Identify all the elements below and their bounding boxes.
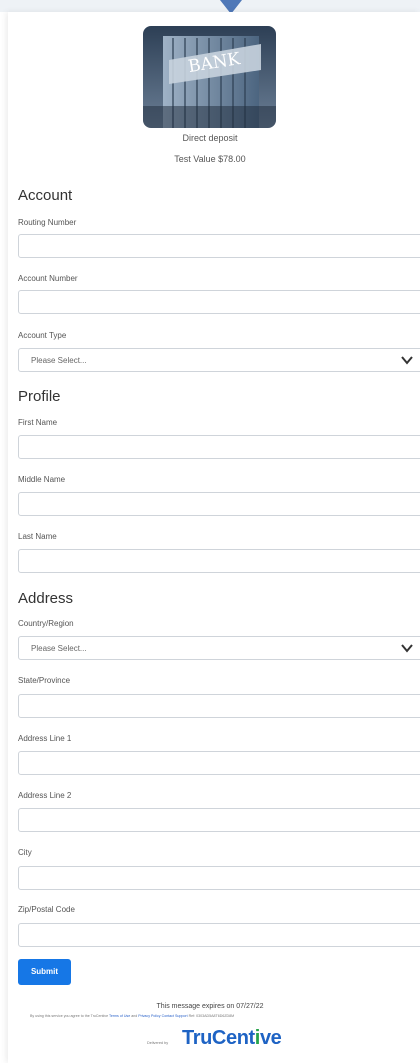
reference-code: Ref: 0303AD5A8T6D6ZD8M: [188, 1014, 235, 1018]
address-line1-input[interactable]: [18, 751, 420, 775]
account-type-label: Account Type: [18, 331, 67, 340]
terms-link[interactable]: Terms of Use: [109, 1014, 130, 1018]
country-select[interactable]: Please Select...: [18, 636, 420, 660]
expiry-notice: This message expires on 07/27/22: [156, 1003, 264, 1010]
section-title-account: Account: [18, 187, 73, 204]
first-name-input[interactable]: [18, 435, 420, 459]
chevron-down-icon: [401, 644, 413, 653]
support-link[interactable]: Contact Support: [162, 1014, 188, 1018]
first-name-label: First Name: [18, 418, 58, 427]
powered-by-label: Delivered by: [147, 1041, 169, 1045]
address-line2-label: Address Line 2: [18, 791, 72, 800]
last-name-input[interactable]: [18, 549, 420, 573]
top-strip: [0, 0, 420, 12]
state-label: State/Province: [18, 676, 71, 685]
consent-text: By using this service you agree to the T…: [30, 1014, 410, 1018]
reward-title: Direct deposit: [182, 133, 238, 143]
zip-label: Zip/Postal Code: [18, 905, 75, 914]
zip-input[interactable]: [18, 923, 420, 947]
address-line2-input[interactable]: [18, 808, 420, 832]
section-title-profile: Profile: [18, 388, 61, 405]
section-title-address: Address: [18, 590, 74, 607]
privacy-link[interactable]: Privacy Policy: [138, 1014, 160, 1018]
bank-image: BANK: [143, 26, 276, 128]
last-name-label: Last Name: [18, 532, 57, 541]
chevron-down-icon: [401, 356, 413, 365]
city-label: City: [18, 848, 32, 857]
country-value: Please Select...: [31, 644, 87, 653]
account-number-input[interactable]: [18, 290, 420, 314]
middle-name-label: Middle Name: [18, 475, 66, 484]
routing-number-input[interactable]: [18, 234, 420, 258]
consent-and: and: [131, 1014, 138, 1018]
city-input[interactable]: [18, 866, 420, 890]
account-number-label: Account Number: [18, 274, 78, 283]
country-label: Country/Region: [18, 619, 74, 628]
reward-value: Test Value $78.00: [174, 154, 246, 164]
routing-number-label: Routing Number: [18, 218, 77, 227]
state-input[interactable]: [18, 694, 420, 718]
address-line1-label: Address Line 1: [18, 734, 72, 743]
trucentive-logo: TruCentive: [182, 1027, 282, 1049]
submit-button[interactable]: Submit: [18, 959, 71, 985]
middle-name-input[interactable]: [18, 492, 420, 516]
account-type-value: Please Select...: [31, 356, 87, 365]
account-type-select[interactable]: Please Select...: [18, 348, 420, 372]
consent-prefix: By using this service you agree to the T…: [30, 1014, 109, 1018]
